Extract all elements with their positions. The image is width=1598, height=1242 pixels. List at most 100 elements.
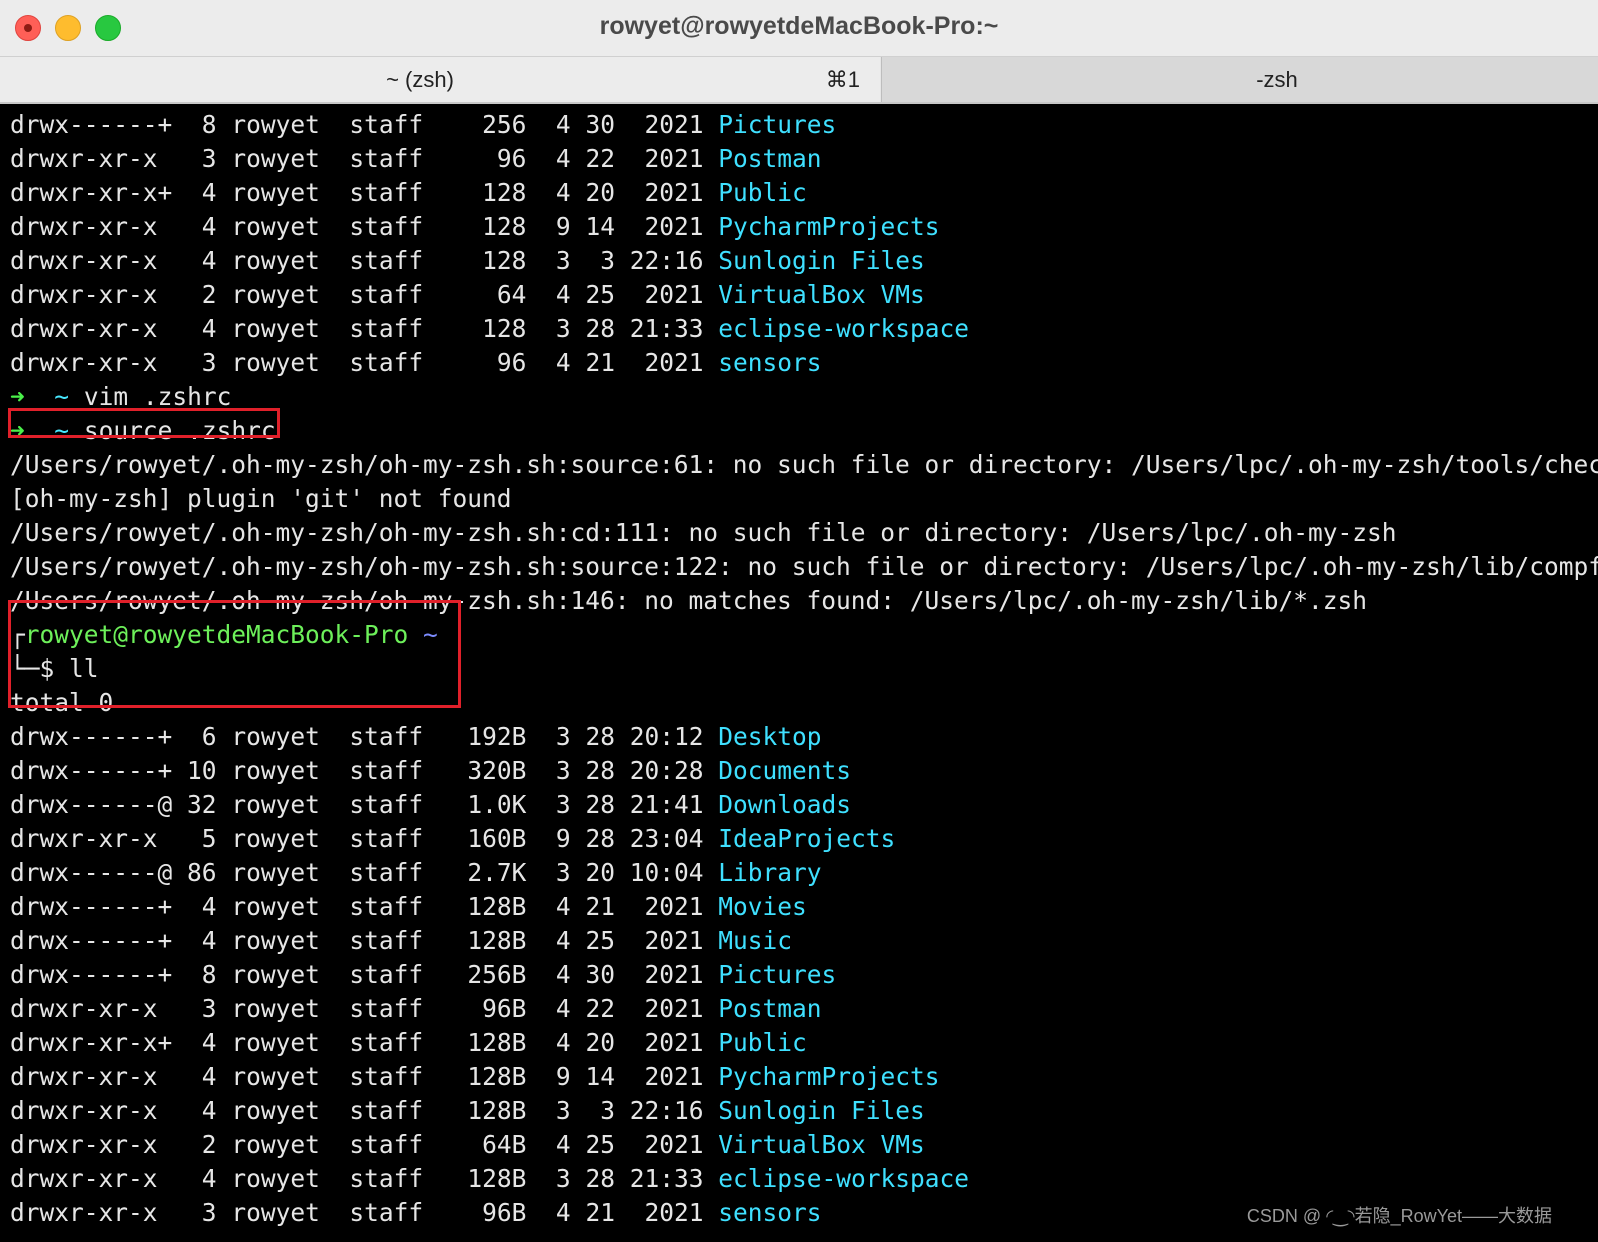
list-item: drwxr-xr-x 3 rowyet staff 96B 4 22 2021 … [10,992,1598,1026]
error-line: /Users/rowyet/.oh-my-zsh/oh-my-zsh.sh:so… [10,450,1598,479]
highlight-box-source [8,408,280,438]
file-group: staff [349,1198,424,1227]
file-permissions: drwxr-xr-x [10,1062,173,1091]
file-size: 128B [452,926,527,955]
file-name: Postman [718,994,822,1023]
file-owner: rowyet [231,144,320,173]
file-owner: rowyet [231,178,320,207]
file-size: 96B [452,994,527,1023]
file-size: 128 [452,246,527,275]
file-month: 4 [555,110,571,139]
file-time: 2021 [629,110,704,139]
file-owner: rowyet [231,280,320,309]
file-day: 25 [585,926,615,955]
list-item: drwxr-xr-x 4 rowyet staff 128B 3 28 21:3… [10,1162,1598,1196]
file-permissions: drwxr-xr-x+ [10,1028,173,1057]
file-name: Library [718,858,822,887]
file-time: 2021 [629,892,704,921]
file-group: staff [349,1062,424,1091]
file-size: 128 [452,212,527,241]
file-size: 64 [452,280,527,309]
file-links: 3 [187,994,217,1023]
file-owner: rowyet [231,824,320,853]
file-time: 2021 [629,960,704,989]
file-permissions: drwxr-xr-x [10,824,173,853]
file-group: staff [349,348,424,377]
listing-1: drwx------+ 8 rowyet staff 256 4 30 2021… [10,108,1598,380]
file-name: VirtualBox VMs [718,280,925,309]
file-day: 20 [585,858,615,887]
list-item: drwx------+ 8 rowyet staff 256B 4 30 202… [10,958,1598,992]
file-time: 22:16 [629,246,704,275]
file-links: 4 [187,892,217,921]
list-item: drwxr-xr-x 3 rowyet staff 96 4 22 2021 P… [10,142,1598,176]
file-owner: rowyet [231,926,320,955]
list-item: drwx------@ 32 rowyet staff 1.0K 3 28 21… [10,788,1598,822]
file-permissions: drwxr-xr-x [10,246,173,275]
file-group: staff [349,1028,424,1057]
file-permissions: drwxr-xr-x [10,280,173,309]
file-day: 20 [585,1028,615,1057]
file-links: 32 [187,790,217,819]
tab-label: ~ (zsh) [386,67,454,92]
file-name: Pictures [718,960,837,989]
watermark: CSDN @ ◜‿◝若隐_RowYet——大数据 [1246,1206,1552,1226]
file-permissions: drwxr-xr-x [10,212,173,241]
file-links: 8 [187,110,217,139]
file-size: 256 [452,110,527,139]
file-month: 4 [555,144,571,173]
file-month: 3 [555,1096,571,1125]
file-month: 4 [555,280,571,309]
file-name: IdeaProjects [718,824,896,853]
file-owner: rowyet [231,246,320,275]
file-time: 2021 [629,144,704,173]
list-item: drwxr-xr-x 2 rowyet staff 64 4 25 2021 V… [10,278,1598,312]
file-permissions: drwx------+ [10,756,173,785]
file-size: 128B [452,1028,527,1057]
file-name: Public [718,1028,807,1057]
file-links: 2 [187,280,217,309]
file-size: 128B [452,1096,527,1125]
file-day: 21 [585,348,615,377]
file-permissions: drwx------+ [10,960,173,989]
file-month: 4 [555,348,571,377]
file-name: Music [718,926,793,955]
file-group: staff [349,314,424,343]
file-group: staff [349,994,424,1023]
list-item: drwxr-xr-x 4 rowyet staff 128 3 3 22:16 … [10,244,1598,278]
list-item: drwxr-xr-x 5 rowyet staff 160B 9 28 23:0… [10,822,1598,856]
file-name: eclipse-workspace [718,1164,970,1193]
file-permissions: drwx------+ [10,110,173,139]
file-links: 4 [187,1164,217,1193]
list-item: drwx------@ 86 rowyet staff 2.7K 3 20 10… [10,856,1598,890]
file-time: 20:12 [629,722,704,751]
file-time: 21:33 [629,314,704,343]
file-links: 4 [187,246,217,275]
file-day: 30 [585,110,615,139]
file-time: 21:33 [629,1164,704,1193]
tab-label: -zsh [1256,67,1298,92]
list-item: drwxr-xr-x+ 4 rowyet staff 128B 4 20 202… [10,1026,1598,1060]
file-group: staff [349,1130,424,1159]
file-month: 9 [555,1062,571,1091]
list-item: drwxr-xr-x 2 rowyet staff 64B 4 25 2021 … [10,1128,1598,1162]
tab-zsh-inactive[interactable]: -zsh [881,57,1598,102]
file-permissions: drwx------@ [10,790,173,819]
file-group: staff [349,960,424,989]
file-owner: rowyet [231,722,320,751]
file-time: 2021 [629,1198,704,1227]
file-time: 21:41 [629,790,704,819]
tab-zsh-active[interactable]: ~ (zsh) ⌘1 [0,57,880,102]
file-month: 3 [555,314,571,343]
file-time: 2021 [629,178,704,207]
error-line: [oh-my-zsh] plugin 'git' not found [10,484,512,513]
file-day: 22 [585,994,615,1023]
list-item: drwxr-xr-x 4 rowyet staff 128B 3 3 22:16… [10,1094,1598,1128]
list-item: drwxr-xr-x 4 rowyet staff 128 9 14 2021 … [10,210,1598,244]
file-group: staff [349,144,424,173]
file-month: 3 [555,246,571,275]
file-group: staff [349,756,424,785]
error-line: /Users/rowyet/.oh-my-zsh/oh-my-zsh.sh:cd… [10,518,1397,547]
file-permissions: drwxr-xr-x [10,1164,173,1193]
file-time: 20:28 [629,756,704,785]
